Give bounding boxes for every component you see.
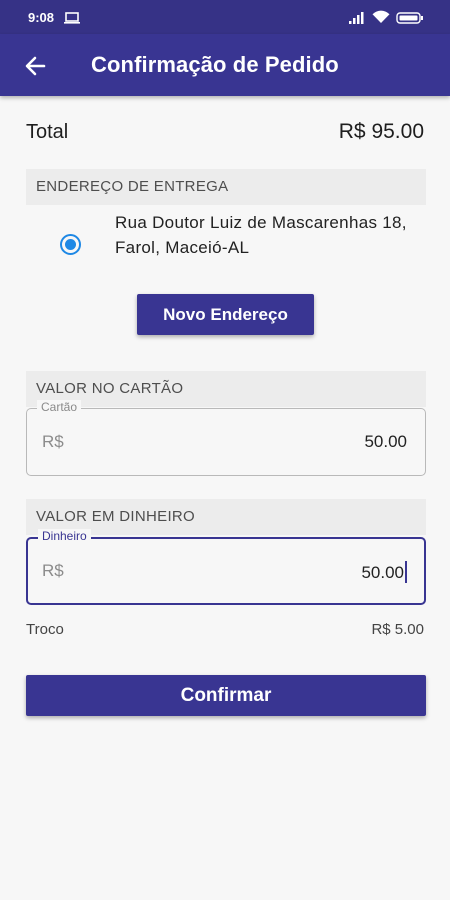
cash-value-input-wrap[interactable]: 50.00 [361, 561, 407, 583]
delivery-address-header: ENDEREÇO DE ENTREGA [26, 169, 426, 205]
cash-field-label: Dinheiro [38, 529, 91, 543]
laptop-icon [64, 11, 80, 29]
status-bar: 9:08 [0, 0, 450, 34]
change-label: Troco [26, 621, 64, 638]
card-field-label: Cartão [37, 400, 82, 414]
cash-value-field[interactable]: Dinheiro R$ 50.00 [26, 529, 426, 605]
card-currency-prefix: R$ [42, 432, 64, 451]
new-address-button[interactable]: Novo Endereço [137, 294, 314, 335]
total-value: R$ 95.00 [338, 120, 424, 143]
confirm-button[interactable]: Confirmar [26, 675, 426, 716]
radio-selected-dot [65, 239, 76, 250]
total-label: Total [26, 121, 69, 143]
signal-icon [349, 11, 365, 29]
cash-currency-prefix: R$ [42, 561, 64, 580]
change-value: R$ 5.00 [371, 621, 424, 638]
wifi-icon [372, 10, 390, 29]
app-bar: Confirmação de Pedido [0, 34, 450, 96]
card-value-header: VALOR NO CARTÃO [26, 371, 426, 407]
delivery-address-text[interactable]: Rua Doutor Luiz de Mascarenhas 18, Farol… [115, 210, 415, 260]
page-title: Confirmação de Pedido [91, 52, 339, 77]
card-value-field[interactable]: Cartão R$ 50.00 [26, 400, 426, 476]
card-value-input[interactable]: 50.00 [364, 432, 407, 452]
status-time: 9:08 [28, 10, 55, 25]
battery-icon [396, 11, 424, 29]
text-cursor [405, 561, 407, 583]
address-radio[interactable] [60, 234, 81, 255]
arrow-left-icon[interactable] [20, 51, 50, 81]
cash-value-input[interactable]: 50.00 [361, 563, 404, 582]
